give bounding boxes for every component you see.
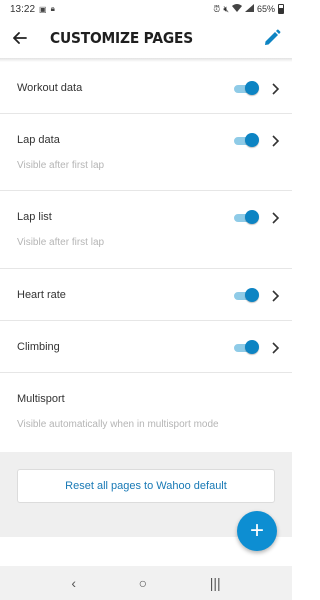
page-row-climbing[interactable]: Climbing: [0, 321, 292, 373]
reset-pages-button[interactable]: Reset all pages to Wahoo default: [17, 469, 275, 503]
edit-button[interactable]: [262, 28, 282, 48]
wifi-icon: [231, 4, 242, 14]
arrow-left-icon: [13, 32, 27, 44]
page-label: Lap data: [17, 134, 60, 146]
page-toggle[interactable]: [234, 81, 259, 95]
page-toggle[interactable]: [234, 288, 259, 302]
nav-back-button[interactable]: ‹: [71, 575, 76, 591]
alarm-icon: ⏰︎: [213, 3, 221, 14]
chevron-right-icon[interactable]: [270, 212, 280, 224]
chevron-right-icon[interactable]: [270, 83, 280, 95]
page-label: Heart rate: [17, 289, 66, 301]
nav-recents-button[interactable]: |||: [210, 575, 221, 591]
lock-icon: 🔒︎: [50, 4, 55, 13]
page-subtitle: Visible after first lap: [17, 237, 105, 248]
status-bar: 13:22 ▣ 🔒︎ ⏰︎ 🔇︎ 65%: [0, 0, 292, 18]
page-subtitle: Visible after first lap: [17, 160, 105, 171]
pages-list: Workout data Lap data Visible after firs…: [0, 62, 292, 450]
page-row-lap-data[interactable]: Lap data Visible after first lap: [0, 114, 292, 191]
nav-home-button[interactable]: ○: [139, 575, 147, 591]
page-title: CUSTOMIZE PAGES: [50, 29, 193, 47]
page-row-heart-rate[interactable]: Heart rate: [0, 269, 292, 321]
app-bar: CUSTOMIZE PAGES: [0, 18, 292, 58]
page-label: Workout data: [17, 82, 83, 94]
page-label: Climbing: [17, 341, 60, 353]
back-button[interactable]: [0, 18, 40, 58]
page-row-multisport: Multisport Visible automatically when in…: [0, 373, 292, 450]
battery-icon: [278, 4, 284, 14]
chevron-right-icon[interactable]: [270, 342, 280, 354]
add-page-button[interactable]: +: [237, 511, 277, 551]
page-label: Multisport: [17, 393, 65, 405]
system-nav-bar: ‹ ○ |||: [0, 566, 292, 600]
chevron-right-icon[interactable]: [270, 290, 280, 302]
plus-icon: +: [249, 517, 264, 544]
page-subtitle: Visible automatically when in multisport…: [17, 419, 219, 430]
page-toggle[interactable]: [234, 340, 259, 354]
pencil-icon: [265, 29, 281, 45]
page-toggle[interactable]: [234, 210, 259, 224]
battery-level: 65%: [256, 4, 275, 14]
chevron-right-icon[interactable]: [270, 135, 280, 147]
page-row-lap-list[interactable]: Lap list Visible after first lap: [0, 191, 292, 269]
page-toggle[interactable]: [234, 133, 259, 147]
status-time: 13:22: [10, 3, 36, 15]
page-row-workout-data[interactable]: Workout data: [0, 62, 292, 114]
page-label: Lap list: [17, 211, 52, 223]
image-icon: ▣: [39, 4, 47, 14]
mute-icon: 🔇︎: [223, 3, 229, 14]
signal-icon: [244, 4, 254, 14]
